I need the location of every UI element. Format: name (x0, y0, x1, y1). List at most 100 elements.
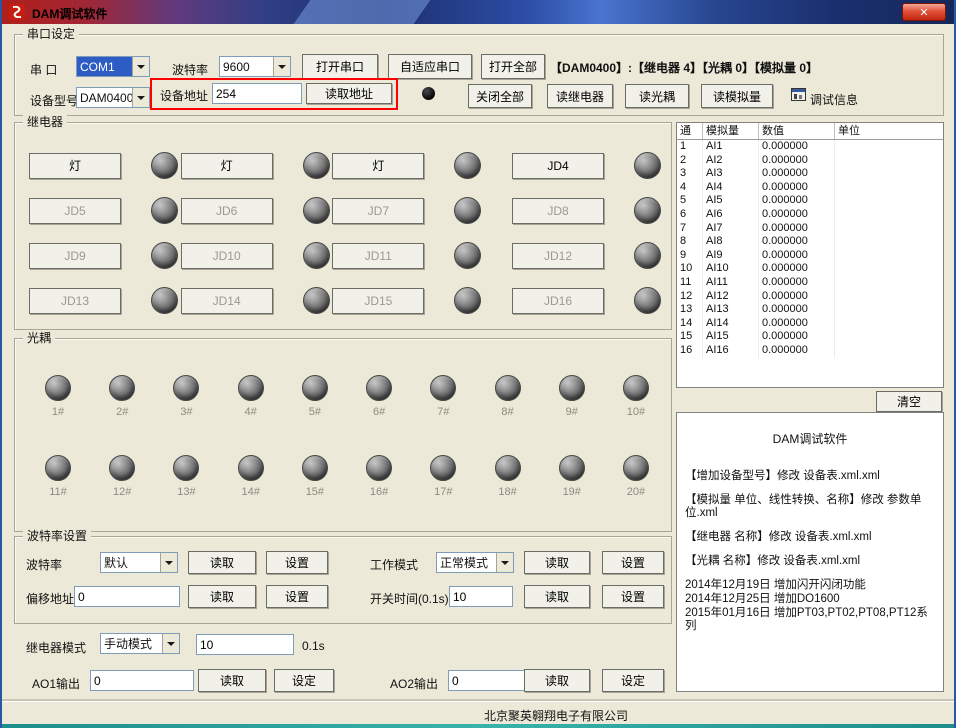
device-model-select[interactable]: DAM0400 (76, 87, 150, 108)
ao2-read-button[interactable]: 读取 (524, 669, 590, 692)
relay-mode-select[interactable]: 手动模式 (100, 633, 180, 654)
ao1-read-button[interactable]: 读取 (198, 669, 266, 692)
switch-time-set-button[interactable]: 设置 (602, 585, 664, 608)
work-mode-read-button[interactable]: 读取 (524, 551, 590, 574)
relay-button-3[interactable]: 灯 (332, 153, 424, 179)
relay-led-7[interactable] (454, 197, 481, 224)
opto-cell: 18# (491, 455, 525, 498)
app-icon (9, 4, 25, 20)
baud-set-button[interactable]: 设置 (266, 551, 328, 574)
relay-led-1[interactable] (151, 152, 178, 179)
relay-led-9[interactable] (151, 242, 178, 269)
relay-cell: 灯 (332, 143, 484, 188)
relay-button-9[interactable]: JD9 (29, 243, 121, 269)
relay-button-10[interactable]: JD10 (181, 243, 273, 269)
clear-button[interactable]: 清空 (876, 391, 942, 412)
work-mode-select[interactable]: 正常模式 (436, 552, 514, 573)
relay-button-7[interactable]: JD7 (332, 198, 424, 224)
close-button[interactable]: ✕ (902, 3, 946, 21)
info-line: 【光耦 名称】修改 设备表.xml.xml (685, 555, 935, 568)
switch-time-read-button[interactable]: 读取 (524, 585, 590, 608)
open-all-button[interactable]: 打开全部 (481, 54, 545, 79)
work-mode-set-button[interactable]: 设置 (602, 551, 664, 574)
relay-button-1[interactable]: 灯 (29, 153, 121, 179)
switch-time-input[interactable] (449, 586, 513, 607)
chevron-down-icon[interactable] (162, 634, 179, 653)
relay-button-14[interactable]: JD14 (181, 288, 273, 314)
baud-setting-label: 波特率 (26, 556, 62, 573)
baud-read-button[interactable]: 读取 (188, 551, 256, 574)
open-serial-button[interactable]: 打开串口 (302, 54, 378, 79)
relay-cell: JD14 (181, 278, 333, 323)
analog-row: 10AI100.000000 (677, 262, 943, 276)
titlebar-decoration (294, 0, 431, 24)
relay-led-3[interactable] (454, 152, 481, 179)
auto-serial-button[interactable]: 自适应串口 (388, 54, 472, 79)
relay-led-5[interactable] (151, 197, 178, 224)
chevron-down-icon[interactable] (273, 57, 290, 76)
relay-button-15[interactable]: JD15 (332, 288, 424, 314)
device-address-highlight: 设备地址 读取地址 (150, 78, 398, 110)
chevron-down-icon[interactable] (160, 553, 177, 572)
relay-cell: JD9 (29, 233, 181, 278)
relay-button-2[interactable]: 灯 (181, 153, 273, 179)
ao1-input[interactable] (90, 670, 194, 691)
relay-button-13[interactable]: JD13 (29, 288, 121, 314)
info-line: 【模拟量 单位、线性转换、名称】修改 参数单位.xml (685, 494, 935, 520)
relay-button-6[interactable]: JD6 (181, 198, 273, 224)
baud-setting-value: 默认 (101, 553, 160, 572)
relay-button-11[interactable]: JD11 (332, 243, 424, 269)
relay-led-10[interactable] (303, 242, 330, 269)
relay-led-11[interactable] (454, 242, 481, 269)
opto-led-6 (366, 375, 392, 401)
offset-set-button[interactable]: 设置 (266, 585, 328, 608)
com-port-select[interactable]: COM1 (76, 56, 150, 77)
col-value: 数值 (759, 123, 835, 139)
analog-table: 通 模拟量 数值 单位 1AI10.000000 2AI20.000000 3A… (676, 122, 944, 388)
relay-led-4[interactable] (634, 152, 661, 179)
chevron-down-icon[interactable] (132, 57, 149, 76)
relay-time-input[interactable] (196, 634, 294, 655)
read-opto-button[interactable]: 读光耦 (625, 84, 689, 108)
analog-table-header: 通 模拟量 数值 单位 (677, 123, 943, 140)
chevron-down-icon[interactable] (132, 88, 149, 107)
read-relay-button[interactable]: 读继电器 (547, 84, 613, 108)
baud-select[interactable]: 9600 (219, 56, 291, 77)
relay-button-4[interactable]: JD4 (512, 153, 604, 179)
col-analog: 模拟量 (703, 123, 759, 139)
relay-led-14[interactable] (303, 287, 330, 314)
relay-led-15[interactable] (454, 287, 481, 314)
relay-time-unit: 0.1s (302, 639, 325, 653)
ao2-set-button[interactable]: 设定 (602, 669, 664, 692)
baud-setting-select[interactable]: 默认 (100, 552, 178, 573)
offset-address-input[interactable] (74, 586, 180, 607)
read-analog-button[interactable]: 读模拟量 (701, 84, 773, 108)
device-address-input[interactable] (212, 83, 302, 104)
ao1-set-button[interactable]: 设定 (274, 669, 334, 692)
title-bar[interactable]: DAM调试软件 ✕ (2, 0, 954, 24)
relay-button-5[interactable]: JD5 (29, 198, 121, 224)
device-summary: 【DAM0400】:【继电器 4】【光耦 0】【模拟量 0】 (550, 59, 818, 76)
debug-info-label[interactable]: 调试信息 (810, 91, 858, 108)
relay-led-6[interactable] (303, 197, 330, 224)
opto-cell: 11# (41, 455, 75, 498)
read-address-button[interactable]: 读取地址 (306, 83, 392, 104)
relay-led-16[interactable] (634, 287, 661, 314)
relay-led-8[interactable] (634, 197, 661, 224)
opto-cell: 6# (362, 375, 396, 418)
relay-led-13[interactable] (151, 287, 178, 314)
device-address-label: 设备地址 (160, 87, 208, 104)
offset-read-button[interactable]: 读取 (188, 585, 256, 608)
work-mode-label: 工作模式 (370, 556, 418, 573)
relay-led-12[interactable] (634, 242, 661, 269)
opto-group-title: 光耦 (23, 331, 55, 345)
debug-info-icon[interactable] (791, 88, 806, 101)
relay-button-16[interactable]: JD16 (512, 288, 604, 314)
relay-led-2[interactable] (303, 152, 330, 179)
relay-button-8[interactable]: JD8 (512, 198, 604, 224)
opto-led-8 (495, 375, 521, 401)
chevron-down-icon[interactable] (496, 553, 513, 572)
opto-cell: 16# (362, 455, 396, 498)
close-all-button[interactable]: 关闭全部 (468, 84, 532, 108)
relay-button-12[interactable]: JD12 (512, 243, 604, 269)
